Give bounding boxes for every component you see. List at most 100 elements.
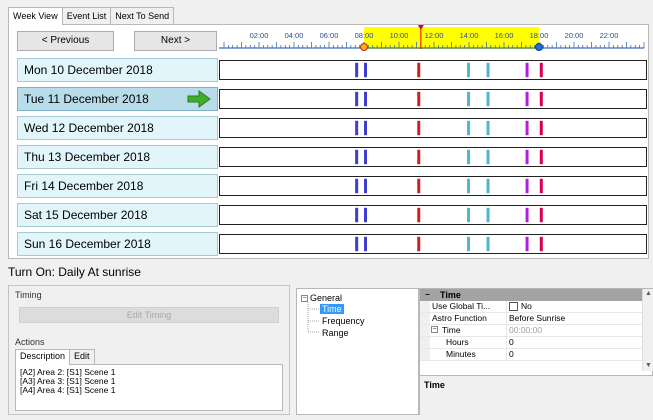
time-ruler[interactable]: 02:00 04:00 06:00 08:00 10:00 12:00 14:00 16:00…: [215, 25, 648, 53]
day-timeline-track[interactable]: [219, 176, 647, 196]
event-marker[interactable]: [525, 149, 529, 165]
day-timeline-track[interactable]: [219, 205, 647, 225]
next-button[interactable]: Next >: [134, 31, 217, 51]
event-marker[interactable]: [525, 178, 529, 194]
event-marker[interactable]: [467, 207, 471, 223]
event-marker[interactable]: [525, 207, 529, 223]
event-marker[interactable]: [417, 149, 421, 165]
event-marker[interactable]: [486, 207, 490, 223]
event-marker[interactable]: [467, 120, 471, 136]
day-row[interactable]: Sat 15 December 2018: [17, 203, 647, 227]
day-label[interactable]: Sat 15 December 2018: [17, 203, 218, 227]
event-marker[interactable]: [525, 62, 529, 78]
tab-next-to-send[interactable]: Next To Send: [110, 7, 175, 24]
event-marker[interactable]: [364, 207, 368, 223]
day-timeline-track[interactable]: [219, 147, 647, 167]
event-marker[interactable]: [539, 236, 543, 252]
event-marker[interactable]: [486, 236, 490, 252]
event-marker[interactable]: [467, 178, 471, 194]
day-row[interactable]: Wed 12 December 2018: [17, 116, 647, 140]
ruler-label: 18:00: [530, 31, 549, 40]
event-marker[interactable]: [417, 120, 421, 136]
event-marker[interactable]: [417, 62, 421, 78]
event-marker[interactable]: [355, 236, 359, 252]
ruler-label: 20:00: [565, 31, 584, 40]
day-timeline-track[interactable]: [219, 60, 647, 80]
event-marker[interactable]: [486, 62, 490, 78]
property-value[interactable]: 0: [506, 349, 640, 360]
event-marker[interactable]: [417, 91, 421, 107]
event-marker[interactable]: [467, 91, 471, 107]
property-value[interactable]: Before Sunrise: [506, 313, 640, 324]
event-marker[interactable]: [467, 62, 471, 78]
day-label[interactable]: Sun 16 December 2018: [17, 232, 218, 256]
day-row[interactable]: Mon 10 December 2018: [17, 58, 647, 82]
event-marker[interactable]: [417, 207, 421, 223]
checkbox-icon[interactable]: [509, 302, 518, 312]
event-marker[interactable]: [539, 120, 543, 136]
event-marker[interactable]: [525, 91, 529, 107]
tab-event-list[interactable]: Event List: [61, 7, 112, 24]
property-description-title: Time: [424, 380, 445, 390]
property-value[interactable]: 00:00:00: [506, 325, 640, 336]
day-row[interactable]: Sun 16 December 2018: [17, 232, 647, 256]
event-marker[interactable]: [486, 149, 490, 165]
day-row[interactable]: Fri 14 December 2018: [17, 174, 647, 198]
property-row-use-global-time: Use Global Ti... No: [420, 301, 642, 313]
event-marker[interactable]: [355, 149, 359, 165]
day-timeline-track[interactable]: [219, 118, 647, 138]
tree-node-range[interactable]: Range: [322, 328, 349, 338]
tab-description[interactable]: Description: [15, 349, 71, 365]
day-label[interactable]: Mon 10 December 2018: [17, 58, 218, 82]
event-marker[interactable]: [539, 91, 543, 107]
week-view-panel: < Previous Next > 02:00 04:00 06:00 08:00 10…: [8, 24, 649, 259]
day-label[interactable]: Thu 13 December 2018: [17, 145, 218, 169]
event-marker[interactable]: [525, 236, 529, 252]
event-marker[interactable]: [486, 120, 490, 136]
event-marker[interactable]: [364, 178, 368, 194]
day-label[interactable]: Fri 14 December 2018: [17, 174, 218, 198]
event-marker[interactable]: [355, 91, 359, 107]
event-marker[interactable]: [417, 178, 421, 194]
event-marker[interactable]: [364, 236, 368, 252]
collapse-icon[interactable]: −: [431, 326, 438, 333]
ruler-labels: 02:00 04:00 06:00 08:00 10:00 12:00 14:00 16:00…: [250, 31, 619, 40]
event-marker[interactable]: [364, 91, 368, 107]
event-marker[interactable]: [486, 91, 490, 107]
event-marker[interactable]: [525, 120, 529, 136]
event-marker[interactable]: [539, 178, 543, 194]
tab-edit[interactable]: Edit: [69, 349, 95, 364]
property-value[interactable]: No: [506, 301, 640, 312]
tab-week-view[interactable]: Week View: [8, 7, 63, 25]
property-value[interactable]: 0: [506, 337, 640, 348]
event-marker[interactable]: [355, 62, 359, 78]
event-marker[interactable]: [486, 178, 490, 194]
event-marker[interactable]: [417, 236, 421, 252]
previous-button[interactable]: < Previous: [17, 31, 114, 51]
day-label[interactable]: Wed 12 December 2018: [17, 116, 218, 140]
scroll-down-icon[interactable]: ▼: [643, 361, 653, 371]
tree-node-time[interactable]: Time: [320, 304, 344, 314]
scroll-up-icon[interactable]: ▲: [643, 289, 653, 299]
event-marker[interactable]: [355, 178, 359, 194]
property-row-minutes: Minutes 0: [420, 349, 642, 361]
event-marker[interactable]: [364, 120, 368, 136]
day-timeline-track[interactable]: [219, 234, 647, 254]
event-marker[interactable]: [355, 207, 359, 223]
event-marker[interactable]: [539, 149, 543, 165]
event-marker[interactable]: [539, 207, 543, 223]
edit-timing-button[interactable]: Edit Timing: [19, 307, 279, 323]
event-marker[interactable]: [355, 120, 359, 136]
property-category-header[interactable]: − Time: [420, 289, 642, 301]
event-marker[interactable]: [467, 236, 471, 252]
event-marker[interactable]: [364, 149, 368, 165]
tree-node-frequency[interactable]: Frequency: [322, 316, 365, 326]
event-marker[interactable]: [539, 62, 543, 78]
event-marker[interactable]: [467, 149, 471, 165]
property-scrollbar[interactable]: ▲ ▼: [642, 289, 653, 371]
event-marker[interactable]: [364, 62, 368, 78]
day-timeline-track[interactable]: [219, 89, 647, 109]
day-row[interactable]: Thu 13 December 2018: [17, 145, 647, 169]
day-row[interactable]: Tue 11 December 2018: [17, 87, 647, 111]
ruler-label: 22:00: [600, 31, 619, 40]
